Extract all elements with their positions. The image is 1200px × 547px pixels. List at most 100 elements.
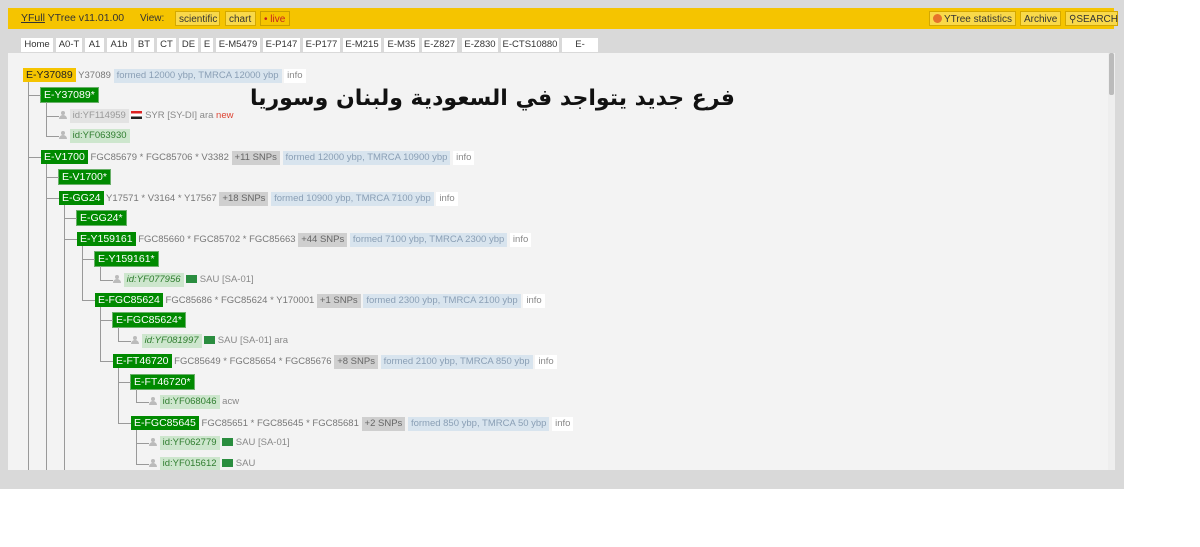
snp-count-badge[interactable]: +1 SNPs [316, 293, 361, 308]
tree-connector [100, 307, 101, 361]
snp-count-badge[interactable]: +8 SNPs [334, 355, 378, 370]
age-estimate: formed 2300 ybp, TMRCA 2100 ybp [363, 293, 521, 308]
snp-list: Y37089 [78, 70, 111, 81]
ytree-statistics-button[interactable]: YTree statistics [929, 11, 1016, 26]
flag-icon-sau [186, 274, 198, 283]
haplogroup-node[interactable]: E-V1700* [58, 169, 111, 186]
age-estimate: formed 12000 ybp, TMRCA 12000 ybp [113, 69, 282, 83]
tab-e-z827[interactable]: E-Z827 [422, 38, 457, 52]
view-live-button[interactable]: • live [260, 11, 290, 26]
haplogroup-node[interactable]: E-FT46720 [113, 354, 172, 369]
sample-id[interactable]: id:YF062779 [159, 436, 220, 451]
haplogroup-node[interactable]: E-Y159161 [77, 231, 136, 246]
sample-id[interactable]: id:YF114959 [69, 108, 129, 123]
snp-count-badge[interactable]: +44 SNPs [298, 232, 348, 247]
sample-id[interactable]: id:YF015612 [159, 456, 220, 470]
snp-count-badge[interactable]: +2 SNPs [361, 416, 406, 431]
app-version: YTree v11.01.00 [44, 12, 125, 24]
haplogroup-node[interactable]: E-Y159161* [94, 251, 159, 268]
language-code: ara [199, 109, 214, 121]
info-link[interactable]: info [552, 416, 574, 431]
haplogroup-node[interactable]: E-Y37089* [40, 87, 99, 104]
haplogroup-node[interactable]: E-FGC85645 [131, 415, 199, 430]
tab-e-p177[interactable]: E-P177 [303, 38, 340, 52]
archive-button[interactable]: Archive [1020, 11, 1061, 26]
tab-e-y5861[interactable]: E-Y5861 [562, 38, 598, 64]
info-link[interactable]: info [453, 150, 475, 165]
tree-connector [136, 443, 149, 444]
sample-id[interactable]: id:YF063930 [69, 129, 130, 144]
tab-e-m35[interactable]: E-M35 [384, 38, 419, 52]
tab-ct[interactable]: CT [157, 38, 176, 52]
tab-e-p147[interactable]: E-P147 [263, 38, 300, 52]
view-scientific-button[interactable]: scientific [175, 11, 220, 26]
age-estimate: formed 12000 ybp, TMRCA 10900 ybp [282, 150, 451, 165]
country-code: SAU [SA-01] [199, 273, 254, 285]
haplogroup-node[interactable]: E-FT46720* [130, 373, 195, 390]
tree-node-row: E-FT46720* [130, 373, 195, 390]
sample-id[interactable]: id:YF068046 [159, 395, 220, 410]
tree-connector [100, 361, 113, 362]
search-label: SEARCH [1076, 14, 1119, 25]
view-chart-button[interactable]: chart [225, 11, 256, 26]
age-estimate: formed 7100 ybp, TMRCA 2300 ybp [349, 232, 508, 247]
tree-connector [100, 280, 113, 281]
language-code: acw [222, 396, 240, 408]
app-logo[interactable]: YFull YTree v11.01.00 [21, 11, 124, 26]
language-code: ara [274, 334, 289, 346]
haplogroup-node[interactable]: E-FGC85624 [95, 292, 163, 307]
sample-row: id:YF015612 SAU [149, 456, 255, 470]
tree-node-row: E-Y159161* [94, 251, 159, 268]
info-link[interactable]: info [509, 232, 532, 247]
tree-connector [28, 95, 41, 96]
tab-e-cts10880[interactable]: E-CTS10880 [501, 38, 559, 52]
tab-a1[interactable]: A1 [85, 38, 104, 52]
search-button[interactable]: ⚲SEARCH [1065, 11, 1118, 26]
new-tag: new [216, 109, 234, 121]
tab-e-m215[interactable]: E-M215 [343, 38, 381, 52]
tab-bt[interactable]: BT [134, 38, 154, 52]
haplogroup-node[interactable]: E-GG24* [76, 210, 127, 227]
scrollbar[interactable] [1108, 53, 1115, 470]
overlay-caption: فرع جديد يتواجد في السعودية ولبنان وسوري… [250, 86, 735, 111]
tree-connector [136, 430, 137, 464]
haplogroup-node[interactable]: E-FGC85624* [112, 312, 186, 329]
tab-de[interactable]: DE [179, 38, 198, 52]
tab-home[interactable]: Home [21, 38, 53, 52]
person-icon [113, 274, 121, 283]
tree-node-row: E-GG24* [76, 210, 127, 227]
haplogroup-node[interactable]: E-V1700 [41, 149, 88, 164]
sample-id[interactable]: id:YF081997 [141, 333, 202, 348]
tree-connector [136, 402, 149, 403]
info-link[interactable]: info [284, 69, 306, 83]
sample-id[interactable]: id:YF077956 [123, 272, 184, 287]
flag-icon-sau [204, 335, 216, 344]
tab-a0-t[interactable]: A0-T [56, 38, 82, 52]
sample-row: id:YF068046 acw [149, 395, 240, 410]
top-bar: YFull YTree v11.01.00 View: scientific c… [8, 8, 1118, 29]
info-link[interactable]: info [523, 293, 545, 308]
tab-e-z830[interactable]: E-Z830 [462, 38, 498, 52]
scrollbar-thumb[interactable] [1109, 53, 1114, 95]
tree-connector [46, 164, 47, 470]
haplogroup-node[interactable]: E-GG24 [59, 190, 104, 205]
tab-e-m5479[interactable]: E-M5479 [216, 38, 260, 52]
info-link[interactable]: info [436, 191, 458, 206]
snp-count-badge[interactable]: +18 SNPs [219, 191, 269, 206]
tree-connector [118, 423, 131, 424]
haplogroup-node[interactable]: E-Y37089 [23, 68, 76, 82]
sample-row: id:YF081997 SAU [SA-01] ara [131, 333, 289, 348]
tree-node-row: E-Y159161 FGC85660 * FGC85702 * FGC85663… [77, 231, 532, 247]
person-icon [149, 438, 157, 447]
tab-e[interactable]: E [201, 38, 213, 52]
info-link[interactable]: info [535, 355, 557, 370]
snp-count-badge[interactable]: +11 SNPs [231, 150, 280, 165]
tab-a1b[interactable]: A1b [107, 38, 131, 52]
flag-icon-sau [222, 438, 234, 447]
yfull-link[interactable]: YFull [21, 12, 45, 24]
flag-icon-sau [222, 458, 234, 467]
age-estimate: formed 850 ybp, TMRCA 50 ybp [407, 416, 550, 431]
snp-list: FGC85651 * FGC85645 * FGC85681 [201, 417, 359, 429]
tree-node-row: E-Y37089* [40, 87, 99, 104]
person-icon [131, 335, 139, 344]
